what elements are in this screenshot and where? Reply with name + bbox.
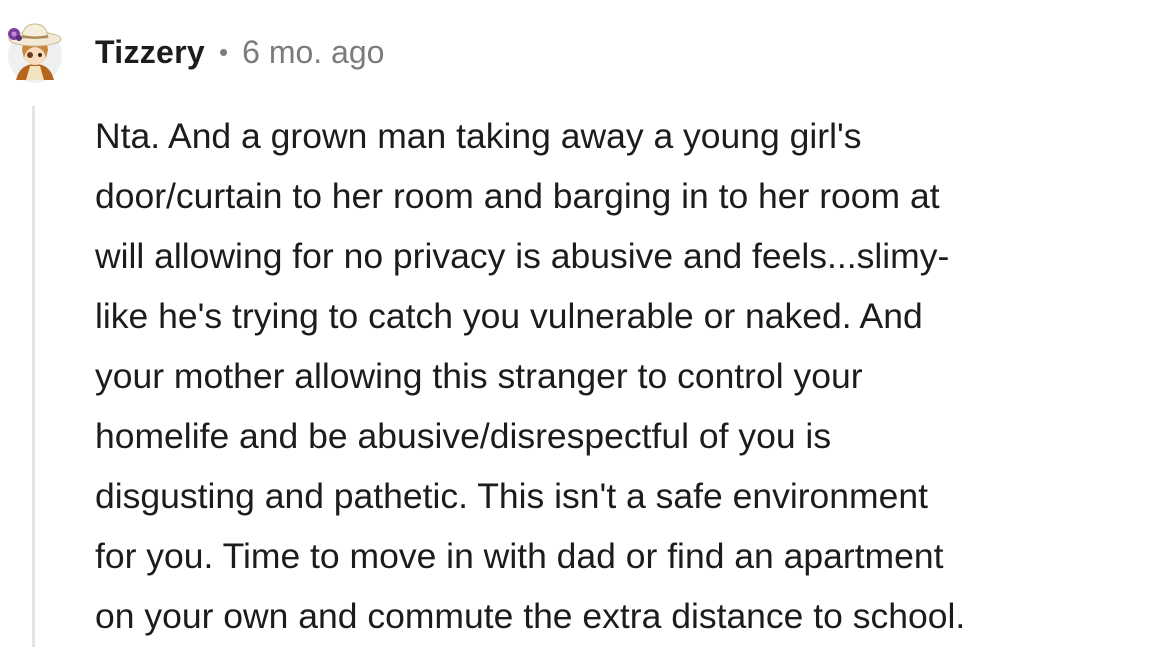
comment-body-line: disgusting and pathetic. This isn't a sa… [95, 476, 928, 516]
comment-body-line: like he's trying to catch you vulnerable… [95, 296, 923, 336]
comment-body-line: homelife and be abusive/disrespectful of… [95, 416, 832, 456]
comment-body: Nta. And a grown man taking away a young… [95, 106, 1166, 646]
thread-collapse-line[interactable] [32, 106, 35, 647]
comment-body-line: Nta. And a grown man taking away a young… [95, 116, 862, 156]
comment-body-line: will allowing for no privacy is abusive … [95, 236, 950, 276]
comment-body-line: for you. Time to move in with dad or fin… [95, 536, 944, 576]
avatar[interactable] [2, 14, 66, 84]
comment-body-line: door/curtain to her room and barging in … [95, 176, 940, 216]
avatar-icon [8, 23, 62, 83]
comment-meta: Tizzery • 6 mo. ago [95, 30, 384, 74]
comment-body-line: your mother allowing this stranger to co… [95, 356, 863, 396]
meta-separator: • [219, 36, 229, 67]
username-link[interactable]: Tizzery [95, 34, 205, 71]
comment-body-line: on your own and commute the extra distan… [95, 596, 966, 636]
comment: Tizzery • 6 mo. ago Nta. And a grown man… [0, 0, 1166, 647]
timestamp[interactable]: 6 mo. ago [242, 34, 384, 71]
